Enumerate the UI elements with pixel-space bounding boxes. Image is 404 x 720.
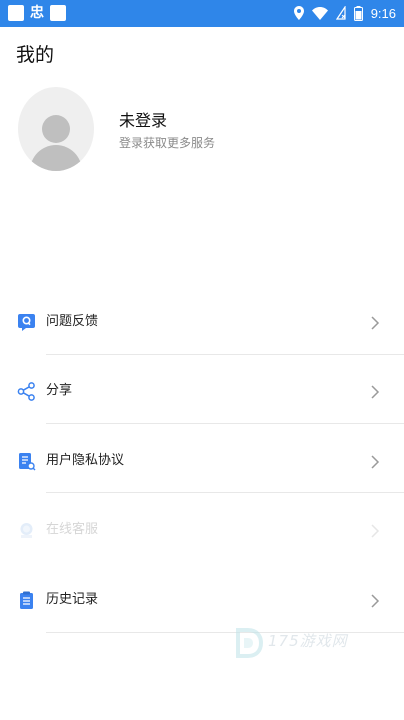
status-time: 9:16 [370,5,396,21]
menu-item-history[interactable]: 历史记录 [0,570,404,630]
history-icon [20,591,33,609]
menu-item-label: 用户隐私协议 [46,453,125,468]
location-icon [293,6,304,20]
status-bar-left: 忠 [8,5,66,21]
chevron-right-icon [371,524,380,538]
divider [46,354,404,355]
page-title: 我的 [16,44,55,66]
chevron-right-icon [371,455,380,469]
user-name[interactable]: 未登录 [119,107,167,131]
battery-icon [353,5,363,21]
notification-icon [50,5,66,21]
divider [46,492,404,493]
watermark-text: 175游戏网 [268,632,348,650]
menu-item-label: 在线客服 [46,522,99,537]
document-icon [19,453,36,471]
watermark: 175游戏网 [234,626,364,662]
login-hint: 登录获取更多服务 [119,136,216,150]
menu-item-online-service[interactable]: 在线客服 [0,500,404,560]
avatar[interactable] [18,87,94,171]
menu-item-label: 分享 [46,383,73,398]
menu-item-share[interactable]: 分享 [0,361,404,421]
customer-service-icon [20,523,33,538]
chevron-right-icon [371,385,380,399]
app-notification-glyph: 忠 [30,5,44,21]
status-bar-right: 9:16 [293,4,396,22]
chevron-right-icon [371,316,380,330]
chevron-right-icon [371,594,380,608]
feedback-icon [18,314,35,331]
menu-item-label: 问题反馈 [46,314,99,329]
share-icon [17,382,35,401]
menu-item-privacy-policy[interactable]: 用户隐私协议 [0,431,404,491]
status-bar: 忠 9:16 [0,0,404,27]
wifi-icon [311,6,328,20]
menu-item-label: 历史记录 [46,592,99,607]
notification-icon [8,5,24,21]
divider [46,423,404,424]
menu-item-feedback[interactable]: 问题反馈 [0,292,404,352]
signal-off-icon [335,6,346,20]
watermark-logo-icon [236,628,264,658]
default-avatar-icon [18,87,94,171]
